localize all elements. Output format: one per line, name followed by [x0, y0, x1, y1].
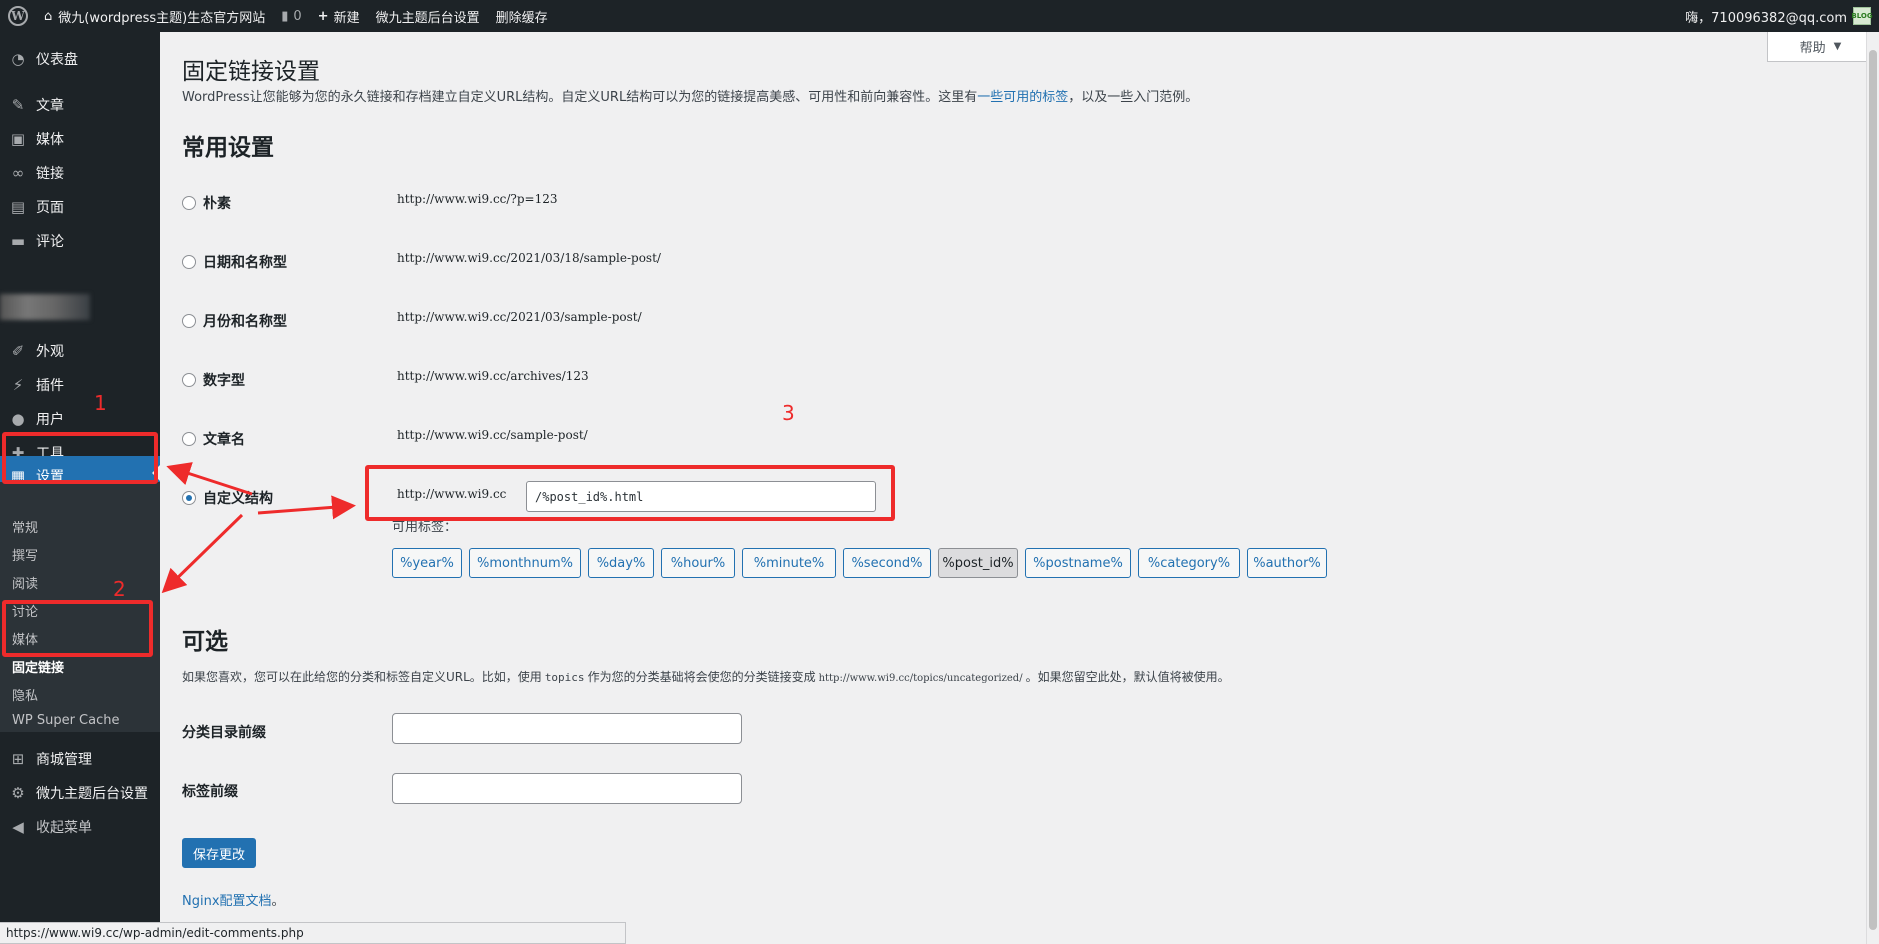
tag-postname-button[interactable]: %postname% — [1025, 548, 1131, 578]
optional-heading: 可选 — [182, 629, 228, 655]
plus-icon: + — [317, 8, 329, 24]
url-plain: http://www.wi9.cc/?p=123 — [392, 190, 563, 208]
comment-bubble-icon: ▮ — [281, 8, 289, 24]
option-post-name[interactable]: 文章名 — [182, 429, 245, 449]
available-tags-link[interactable]: 一些可用的标签 — [977, 90, 1068, 105]
admin-sidebar: ◔ 仪表盘 ✎ 文章 ▣ 媒体 ∞ 链接 ▤ 页面 ▬ 评论 ✐ 外观 ⚡ 插件 ● 用户 ✚ 工具… — [0, 32, 160, 944]
submenu-general[interactable]: 常规 — [12, 517, 38, 536]
menu-media[interactable]: ▣ 媒体 — [0, 122, 160, 156]
optional-description: 如果您喜欢，您可以在此给您的分类和标签自定义URL。比如，使用 topics 作为您… — [182, 670, 1230, 685]
tag-year-button[interactable]: %year% — [392, 548, 462, 578]
user-icon: ● — [11, 410, 25, 428]
submenu-privacy[interactable]: 隐私 — [12, 685, 38, 704]
option-month-name[interactable]: 月份和名称型 — [182, 311, 287, 331]
menu-comments[interactable]: ▬ 评论 — [0, 224, 160, 258]
page-scrollbar[interactable] — [1866, 32, 1879, 944]
tag-base-label: 标签前缀 — [182, 784, 238, 800]
link-icon: ∞ — [11, 164, 25, 182]
url-numeric: http://www.wi9.cc/archives/123 — [392, 367, 594, 385]
avatar: BLOG — [1851, 7, 1873, 25]
nginx-docs-link[interactable]: Nginx配置文档 — [182, 894, 272, 909]
category-base-input[interactable] — [392, 713, 742, 744]
option-plain[interactable]: 朴素 — [182, 193, 231, 213]
menu-pages[interactable]: ▤ 页面 — [0, 190, 160, 224]
page-title: 固定链接设置 — [182, 59, 320, 85]
dashboard-icon: ◔ — [11, 50, 25, 68]
radio-month-name[interactable] — [182, 314, 196, 328]
category-base-label: 分类目录前缀 — [182, 725, 266, 741]
cart-icon: ⊞ — [11, 750, 25, 768]
caret-down-icon: ▼ — [1833, 41, 1842, 52]
new-content-link[interactable]: + 新建 — [310, 0, 368, 32]
tag-base-input[interactable] — [392, 773, 742, 804]
status-bar-url: https://www.wi9.cc/wp-admin/edit-comment… — [0, 922, 626, 944]
annotation-number-1: 1 — [94, 391, 107, 415]
annotation-arrows — [161, 462, 356, 594]
home-icon: ⌂ — [44, 8, 53, 24]
tag-author-button[interactable]: %author% — [1247, 548, 1327, 578]
paintbrush-icon: ✐ — [11, 342, 25, 360]
submenu-wp-super-cache[interactable]: WP Super Cache — [12, 713, 119, 728]
page-icon: ▤ — [10, 198, 26, 216]
tag-category-button[interactable]: %category% — [1138, 548, 1240, 578]
radio-day-name[interactable] — [182, 255, 196, 269]
menu-theme-admin[interactable]: ⚙ 微九主题后台设置 — [0, 776, 160, 810]
pushpin-icon: ✎ — [11, 96, 25, 114]
scrollbar-thumb[interactable] — [1869, 50, 1877, 930]
menu-users[interactable]: ● 用户 — [0, 402, 160, 436]
submenu-writing[interactable]: 撰写 — [12, 545, 38, 564]
url-post-name: http://www.wi9.cc/sample-post/ — [392, 426, 593, 444]
tag-minute-button[interactable]: %minute% — [742, 548, 836, 578]
option-numeric[interactable]: 数字型 — [182, 370, 245, 390]
url-day-name: http://www.wi9.cc/2021/03/18/sample-post… — [392, 249, 666, 267]
menu-shop[interactable]: ⊞ 商城管理 — [0, 742, 160, 776]
collapse-icon: ◀ — [12, 818, 24, 836]
submenu-reading[interactable]: 阅读 — [12, 573, 38, 592]
page-intro: WordPress让您能够为您的永久链接和存档建立自定义URL结构。自定义URL… — [182, 90, 1199, 105]
tag-hour-button[interactable]: %hour% — [661, 548, 735, 578]
wordpress-logo-icon[interactable]: W — [0, 0, 36, 32]
radio-plain[interactable] — [182, 196, 196, 210]
site-name-link[interactable]: ⌂ 微九(wordpress主题)生态官方网站 — [36, 0, 273, 32]
menu-posts[interactable]: ✎ 文章 — [0, 88, 160, 122]
nginx-note: Nginx配置文档。 — [182, 894, 285, 909]
tag-second-button[interactable]: %second% — [843, 548, 931, 578]
menu-dashboard[interactable]: ◔ 仪表盘 — [0, 42, 160, 76]
annotation-number-3: 3 — [782, 401, 795, 425]
option-day-name[interactable]: 日期和名称型 — [182, 252, 287, 272]
plugin-icon: ⚡ — [12, 376, 24, 394]
gear-icon: ⚙ — [11, 784, 25, 802]
tag-day-button[interactable]: %day% — [588, 548, 654, 578]
annotation-box-permalinks — [2, 600, 153, 657]
submenu-permalinks[interactable]: 固定链接 — [12, 657, 64, 676]
collapse-menu[interactable]: ◀ 收起菜单 — [0, 810, 160, 844]
tag-post-id-button[interactable]: %post_id% — [938, 548, 1018, 578]
annotation-number-2: 2 — [113, 577, 126, 601]
common-settings-heading: 常用设置 — [182, 135, 274, 161]
annotation-box-settings — [2, 432, 158, 484]
help-button[interactable]: 帮助 ▼ — [1767, 32, 1874, 62]
comments-link[interactable]: ▮ 0 — [273, 0, 309, 32]
admin-bar: W ⌂ 微九(wordpress主题)生态官方网站 ▮ 0 + 新建 微九主题后… — [0, 0, 1879, 32]
radio-custom[interactable] — [182, 491, 196, 505]
menu-plugins[interactable]: ⚡ 插件 — [0, 368, 160, 402]
arrow-to-permalinks — [161, 513, 244, 594]
comment-icon: ▬ — [10, 232, 26, 250]
blurred-menu-item — [0, 294, 90, 320]
menu-links[interactable]: ∞ 链接 — [0, 156, 160, 190]
my-account-link[interactable]: 嗨，710096382@qq.com BLOG — [1677, 0, 1879, 32]
clear-cache-link[interactable]: 删除缓存 — [488, 0, 556, 32]
tag-monthnum-button[interactable]: %monthnum% — [469, 548, 581, 578]
option-custom[interactable]: 自定义结构 — [182, 488, 273, 508]
radio-numeric[interactable] — [182, 373, 196, 387]
annotation-box-custom-structure — [365, 465, 895, 521]
radio-post-name[interactable] — [182, 432, 196, 446]
save-changes-button[interactable]: 保存更改 — [182, 838, 256, 868]
theme-settings-link[interactable]: 微九主题后台设置 — [368, 0, 488, 32]
media-icon: ▣ — [10, 130, 26, 148]
url-month-name: http://www.wi9.cc/2021/03/sample-post/ — [392, 308, 647, 326]
menu-appearance[interactable]: ✐ 外观 — [0, 334, 160, 368]
